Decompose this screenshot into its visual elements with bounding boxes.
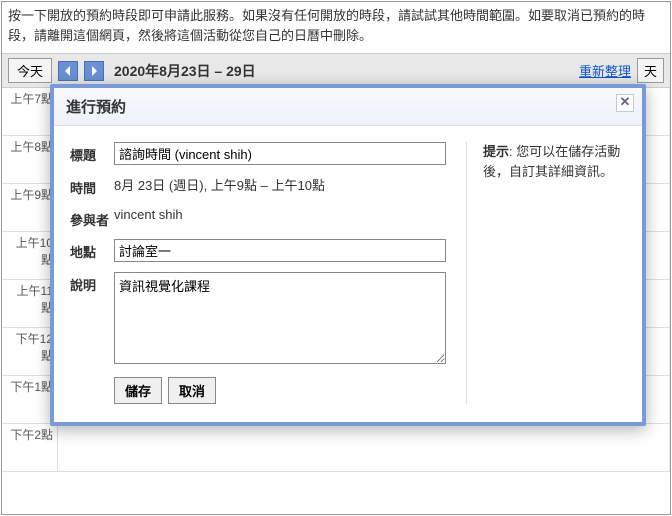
modal-title: 進行預約 bbox=[66, 99, 126, 116]
appointment-modal: 進行預約 ✕ 標題 時間 8月 23日 (週日), 上午9點 – 上午10點 參… bbox=[50, 84, 646, 426]
attendee-value: vincent shih bbox=[114, 207, 446, 222]
close-button[interactable]: ✕ bbox=[616, 94, 634, 112]
hint-label: 提示 bbox=[483, 144, 509, 159]
label-title: 標題 bbox=[70, 142, 114, 164]
label-attendee: 參與者 bbox=[70, 207, 114, 229]
modal-overlay: 進行預約 ✕ 標題 時間 8月 23日 (週日), 上午9點 – 上午10點 參… bbox=[0, 0, 672, 516]
hint-column: 提示: 您可以在儲存活動後，自訂其詳細資訊。 bbox=[466, 142, 626, 404]
label-desc: 說明 bbox=[70, 272, 114, 294]
cancel-button[interactable]: 取消 bbox=[168, 377, 216, 404]
close-icon: ✕ bbox=[620, 94, 631, 109]
title-input[interactable] bbox=[114, 142, 446, 165]
modal-header: 進行預約 ✕ bbox=[54, 88, 642, 126]
time-value: 8月 23日 (週日), 上午9點 – 上午10點 bbox=[114, 175, 446, 194]
location-input[interactable] bbox=[114, 239, 446, 262]
label-location: 地點 bbox=[70, 239, 114, 261]
save-button[interactable]: 儲存 bbox=[114, 377, 162, 404]
label-time: 時間 bbox=[70, 175, 114, 197]
desc-textarea[interactable] bbox=[114, 272, 446, 364]
